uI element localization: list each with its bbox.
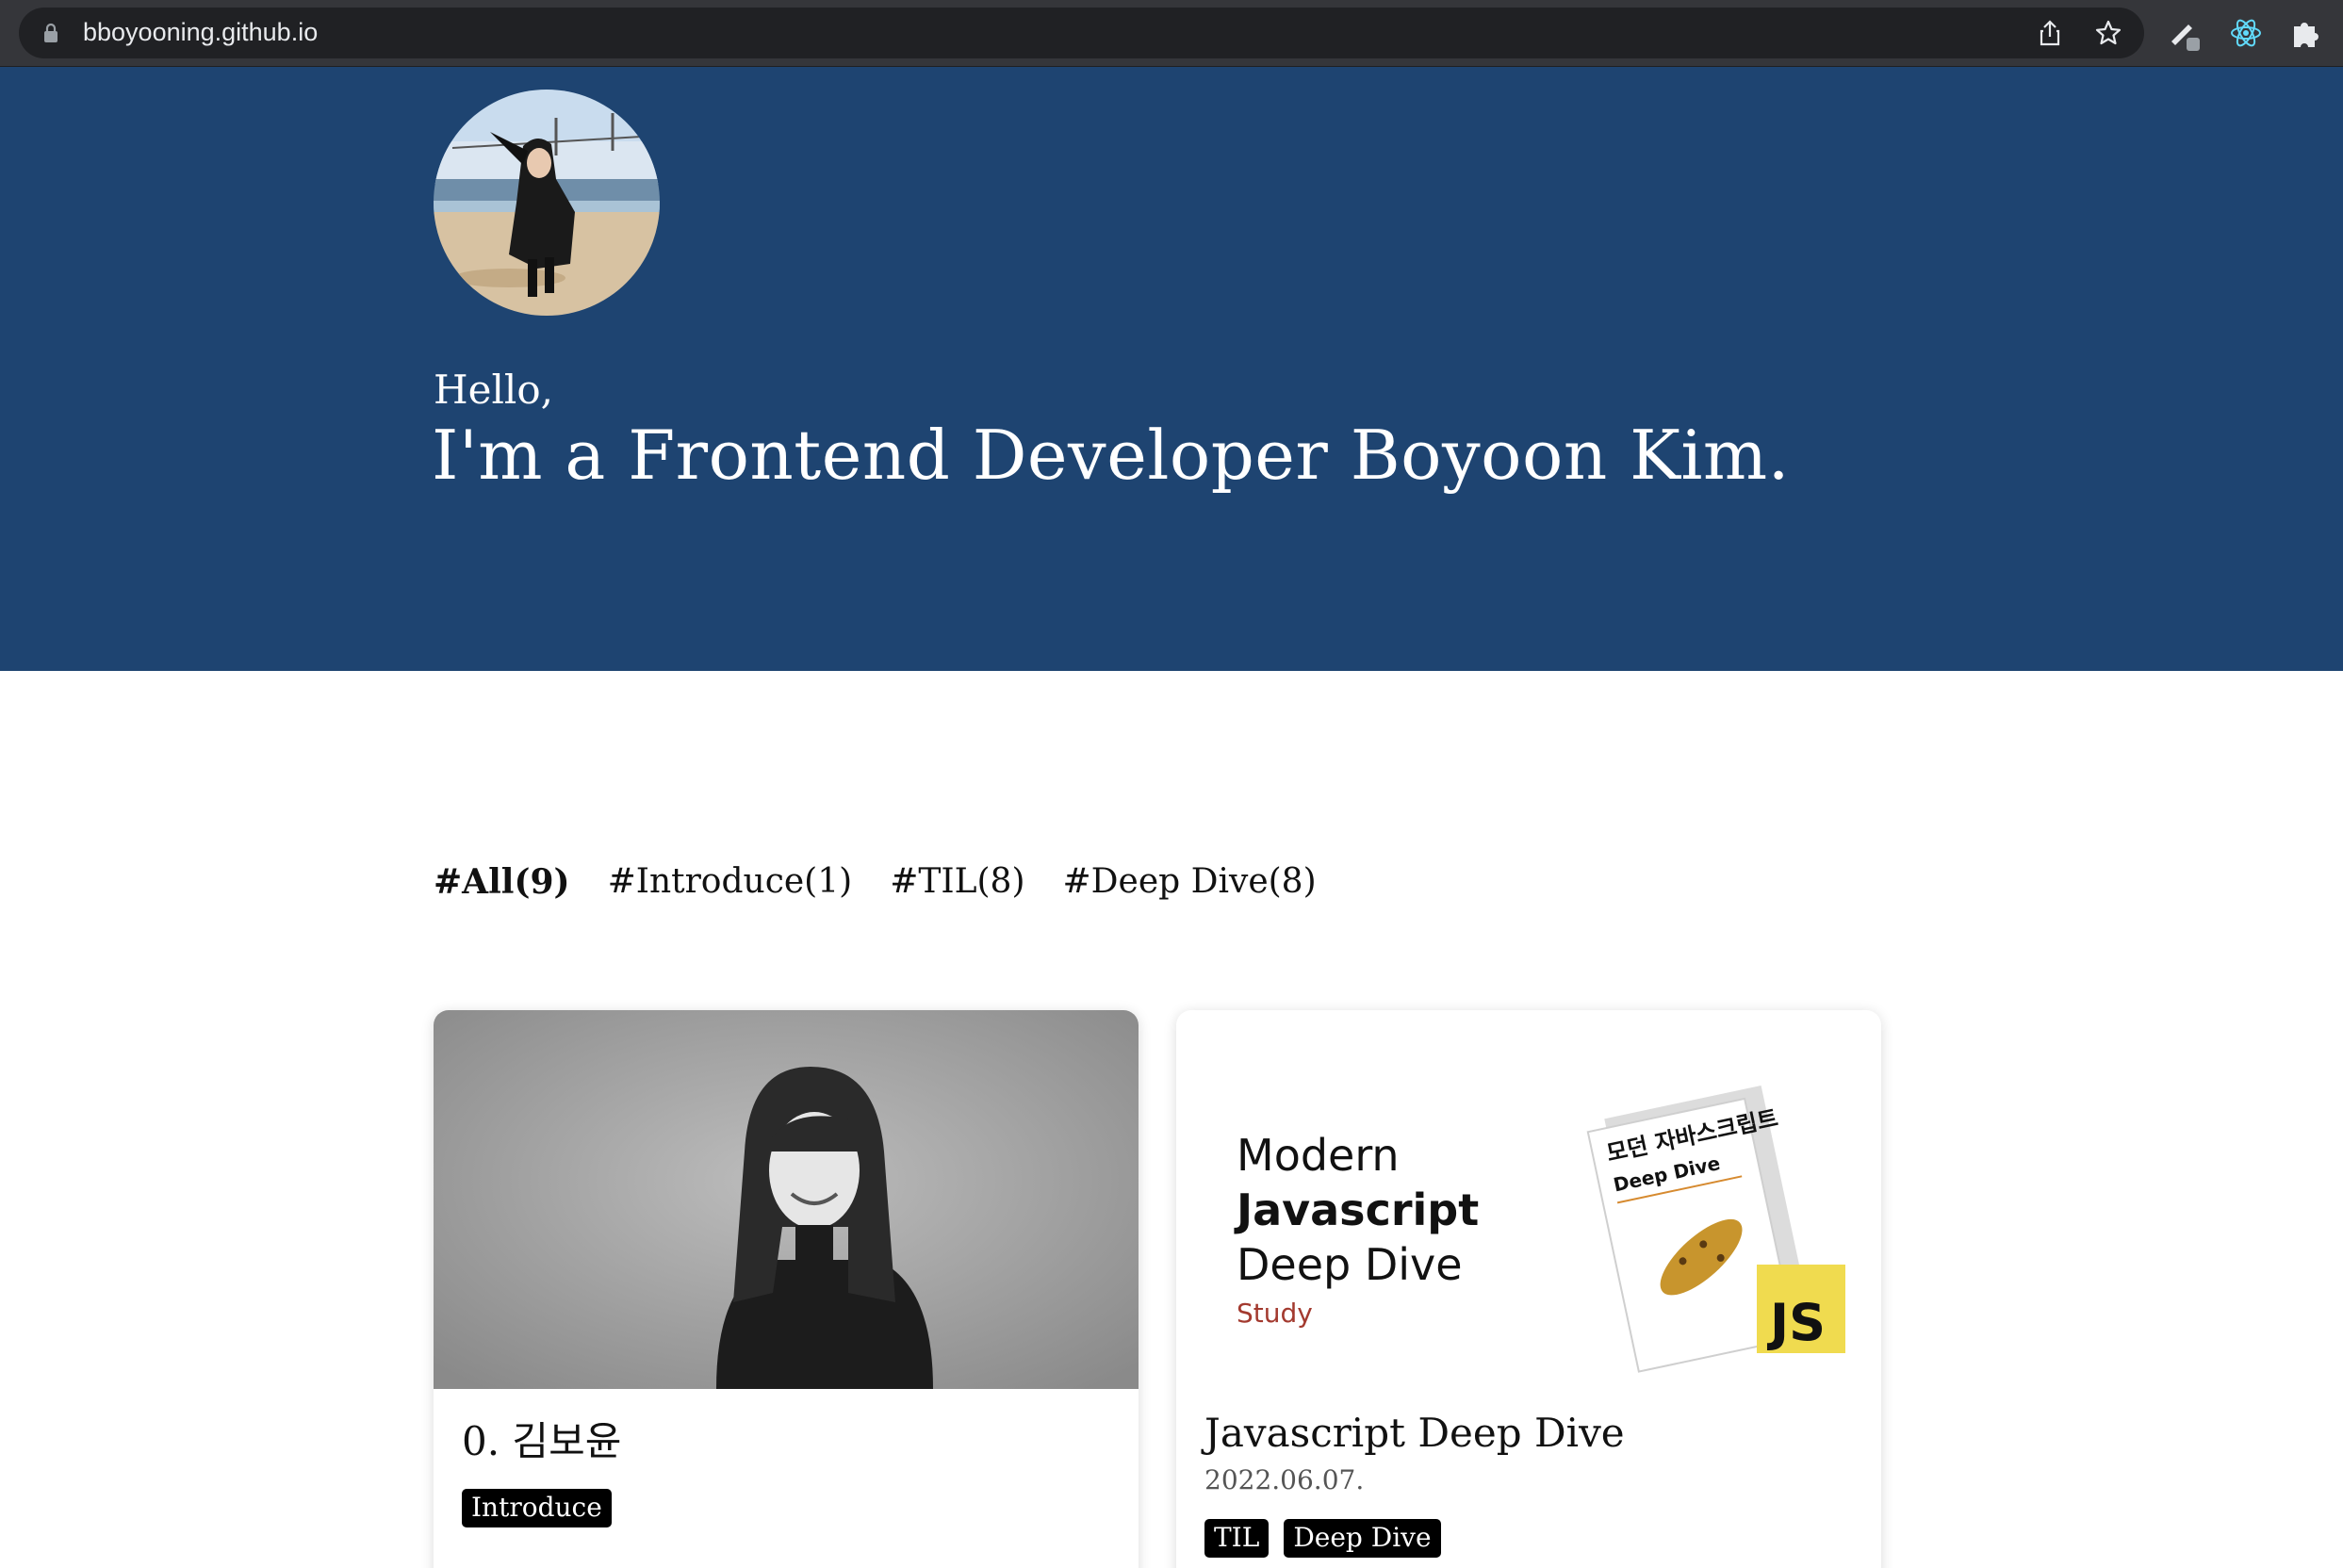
hero-banner: Hello, I'm a Frontend Developer Boyoon K… (0, 67, 2343, 671)
filter-tab-deep-dive[interactable]: #Deep Dive(8) (1062, 862, 1316, 902)
url-text[interactable]: bboyooning.github.io (83, 18, 318, 47)
react-devtools-icon[interactable] (2228, 15, 2264, 51)
extensions-puzzle-icon[interactable] (2288, 15, 2324, 51)
tag-til[interactable]: TIL (1204, 1519, 1270, 1558)
post-card-javascript-deep-dive[interactable]: Modern Javascript Deep Dive Study 모던 자바스… (1176, 1010, 1881, 1568)
browser-toolbar: bboyooning.github.io (0, 0, 2343, 67)
post-date: 2022.06.07. (1204, 1464, 1365, 1495)
filter-tab-til[interactable]: #TIL(8) (890, 862, 1024, 902)
post-tags: TIL Deep Dive (1204, 1519, 1441, 1558)
post-title[interactable]: Javascript Deep Dive (1204, 1410, 1625, 1456)
thumbnail-heading: Modern Javascript Deep Dive (1237, 1130, 1480, 1290)
tag-introduce[interactable]: Introduce (462, 1489, 612, 1527)
hero-greeting: Hello, (434, 367, 553, 413)
post-thumbnail-portrait[interactable] (434, 1010, 1139, 1389)
address-bar[interactable]: bboyooning.github.io (19, 8, 2144, 58)
filter-tab-all[interactable]: #All(9) (434, 862, 570, 902)
pen-extension-icon[interactable] (2168, 15, 2204, 51)
share-icon[interactable] (2036, 19, 2064, 47)
post-card-introduce[interactable]: 0. 김보윤 Introduce (434, 1010, 1139, 1568)
post-title[interactable]: 0. 김보윤 (462, 1410, 621, 1467)
thumbnail-subtitle: Study (1237, 1298, 1313, 1329)
tag-deep-dive[interactable]: Deep Dive (1284, 1519, 1441, 1558)
post-tags: Introduce (462, 1489, 612, 1527)
profile-avatar (434, 90, 660, 316)
bookmark-star-icon[interactable] (2094, 19, 2122, 47)
svg-text:JS: JS (1766, 1293, 1826, 1352)
filter-tab-introduce[interactable]: #Introduce(1) (608, 862, 853, 902)
post-thumbnail-book[interactable]: Modern Javascript Deep Dive Study 모던 자바스… (1176, 1010, 1881, 1389)
lock-icon[interactable] (43, 23, 58, 43)
category-filters: #All(9) #Introduce(1) #TIL(8) #Deep Dive… (434, 862, 1317, 902)
hero-headline: I'm a Frontend Developer Boyoon Kim. (432, 416, 1791, 495)
book-cover-image: 모던 자바스크립트 Deep Dive JS (1586, 1086, 1845, 1373)
